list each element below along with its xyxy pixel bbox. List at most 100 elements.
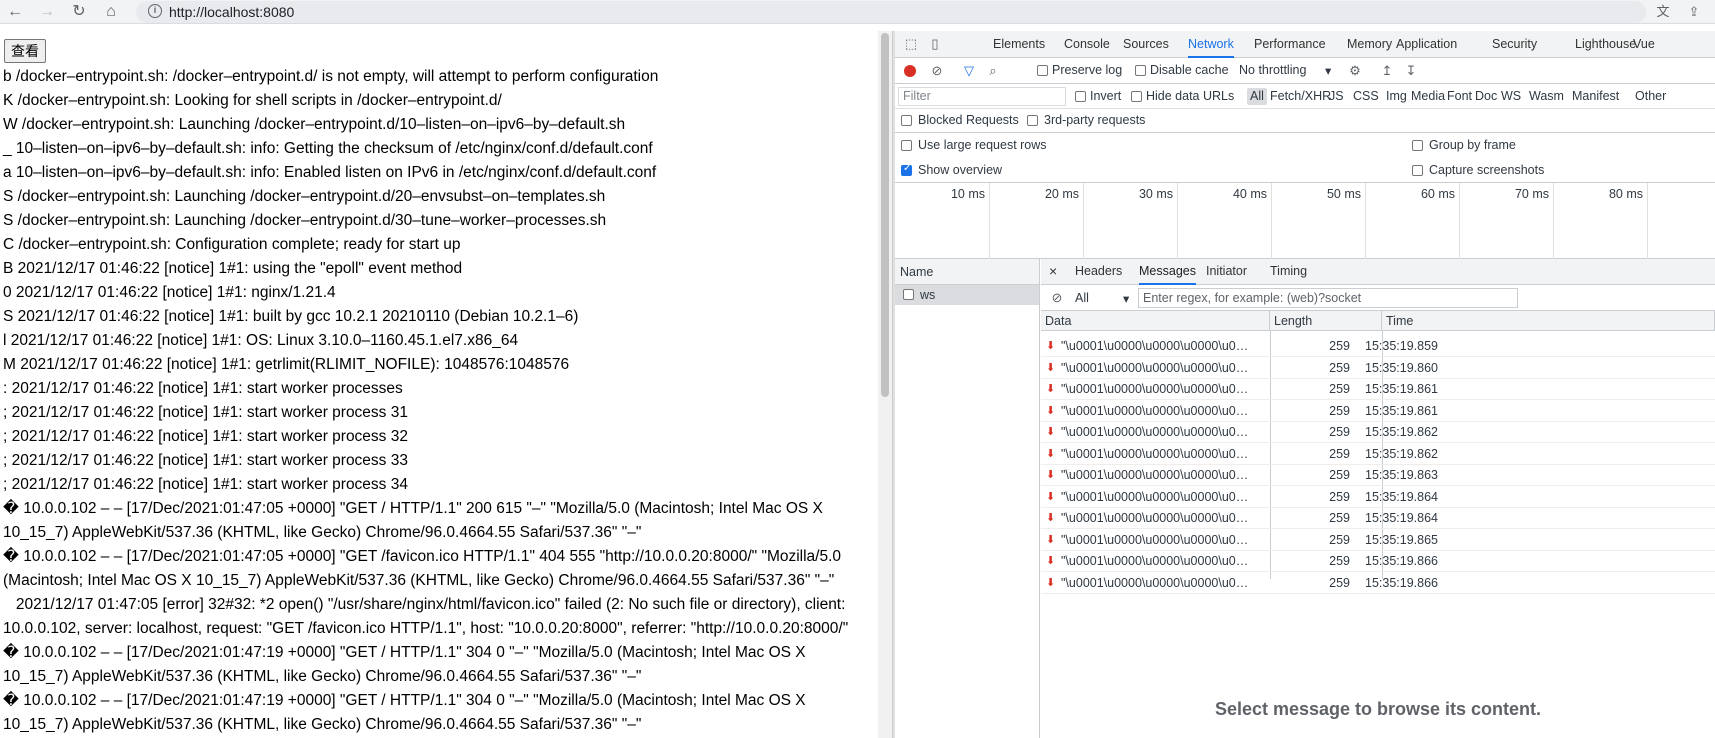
type-filter-css[interactable]: CSS <box>1353 88 1379 105</box>
type-filter-all[interactable]: All <box>1247 88 1267 105</box>
detail-tab-headers[interactable]: Headers <box>1075 259 1122 285</box>
message-data: "\u0001\u0000\u0000\u0000\u0000... <box>1061 403 1251 418</box>
message-data: "\u0001\u0000\u0000\u0000\u0000... <box>1061 446 1251 461</box>
tab-console[interactable]: Console <box>1064 31 1110 58</box>
message-row[interactable]: ⬇ "\u0001\u0000\u0000\u0000\u0000... 259 15… <box>1041 336 1715 357</box>
tab-memory[interactable]: Memory <box>1347 31 1392 58</box>
tab-lighthouse[interactable]: Lighthouse <box>1575 31 1636 58</box>
chevron-down-icon[interactable]: ▾ <box>1123 291 1129 306</box>
overview-gridline <box>1365 183 1366 259</box>
detail-tab-messages[interactable]: Messages <box>1139 259 1196 285</box>
translate-icon[interactable]: 文 <box>1653 2 1673 22</box>
preserve-log-checkbox[interactable] <box>1037 65 1048 76</box>
log-line: _ 10–listen–on–ipv6–by–default.sh: info:… <box>3 140 653 157</box>
invert-checkbox[interactable] <box>1075 91 1086 102</box>
type-filter-wasm[interactable]: Wasm <box>1529 88 1564 105</box>
message-row[interactable]: ⬇ "\u0001\u0000\u0000\u0000\u0000... 259 15… <box>1041 358 1715 379</box>
received-arrow-icon: ⬇ <box>1046 555 1056 567</box>
import-icon[interactable]: ↥ <box>1379 63 1395 79</box>
type-filter-doc[interactable]: Doc <box>1475 88 1497 105</box>
show-overview-checkbox[interactable] <box>901 163 912 176</box>
capture-screenshots-checkbox[interactable] <box>1412 165 1423 176</box>
regex-filter-input[interactable]: Enter regex, for example: (web)?socket <box>1138 288 1518 308</box>
inspect-icon[interactable]: ⬚ <box>903 36 919 52</box>
message-row[interactable]: ⬇ "\u0001\u0000\u0000\u0000\u0000... 259 15… <box>1041 487 1715 508</box>
hide-data-urls-label: Hide data URLs <box>1146 89 1235 103</box>
tab-security[interactable]: Security <box>1492 31 1537 58</box>
record-icon[interactable] <box>904 65 916 77</box>
type-filter-fetchxhr[interactable]: Fetch/XHR <box>1270 88 1331 105</box>
tab-elements[interactable]: Elements <box>993 31 1045 58</box>
capture-screenshots-label: Capture screenshots <box>1429 163 1545 177</box>
reload-icon[interactable]: ↻ <box>68 2 90 22</box>
message-data: "\u0001\u0000\u0000\u0000\u0000... <box>1061 575 1251 590</box>
scrollbar-thumb[interactable] <box>881 33 889 397</box>
message-row[interactable]: ⬇ "\u0001\u0000\u0000\u0000\u0000... 259 15… <box>1041 573 1715 594</box>
message-row[interactable]: ⬇ "\u0001\u0000\u0000\u0000\u0000... 259 15… <box>1041 530 1715 551</box>
request-row-ws[interactable]: ws <box>895 285 1039 305</box>
type-filter-js[interactable]: JS <box>1329 88 1344 105</box>
type-filter-media[interactable]: Media <box>1411 88 1445 105</box>
network-conditions-icon[interactable]: ⚙ <box>1347 63 1363 79</box>
detail-tab-initiator[interactable]: Initiator <box>1206 259 1247 285</box>
blocked-requests-label: Blocked Requests <box>918 113 1019 127</box>
message-row[interactable]: ⬇ "\u0001\u0000\u0000\u0000\u0000... 259 15… <box>1041 508 1715 529</box>
message-row[interactable]: ⬇ "\u0001\u0000\u0000\u0000\u0000... 259 15… <box>1041 379 1715 400</box>
type-filter-font[interactable]: Font <box>1447 88 1472 105</box>
group-by-frame-checkbox[interactable] <box>1412 140 1423 151</box>
message-type-select[interactable]: All <box>1075 291 1089 305</box>
third-party-label: 3rd-party requests <box>1044 113 1146 127</box>
chevron-down-icon[interactable]: ▾ <box>1325 63 1331 78</box>
throttling-select[interactable]: No throttling <box>1239 63 1306 77</box>
third-party-checkbox[interactable] <box>1027 115 1038 126</box>
blocked-requests-checkbox[interactable] <box>901 115 912 126</box>
timeline-overview[interactable]: 10 ms 20 ms 30 ms 40 ms 50 ms 60 ms 70 ms 80 ms… <box>895 183 1715 259</box>
overview-gridline <box>1647 183 1648 259</box>
message-length: 259 <box>1329 468 1350 482</box>
close-detail-icon[interactable]: × <box>1049 259 1057 285</box>
clear-messages-icon[interactable]: ⊘ <box>1049 290 1065 306</box>
back-icon[interactable]: ← <box>4 2 26 22</box>
message-time: 15:35:19.863 <box>1365 468 1438 482</box>
site-info-icon[interactable]: i <box>148 4 162 18</box>
tab-sources[interactable]: Sources <box>1123 31 1169 58</box>
type-filter-manifest[interactable]: Manifest <box>1572 88 1619 105</box>
tab-vue[interactable]: Vue <box>1633 31 1655 58</box>
tab-application[interactable]: Application <box>1396 31 1457 58</box>
filter-input[interactable]: Filter <box>898 87 1066 106</box>
name-column-header[interactable]: Name <box>895 259 1039 285</box>
column-header-length[interactable]: Length <box>1270 311 1382 331</box>
large-rows-checkbox[interactable] <box>901 140 912 151</box>
type-filter-img[interactable]: Img <box>1386 88 1407 105</box>
share-icon[interactable]: ⇪ <box>1684 2 1704 22</box>
detail-tab-timing[interactable]: Timing <box>1270 259 1307 285</box>
home-icon[interactable]: ⌂ <box>100 2 122 22</box>
search-icon[interactable]: ⌕ <box>985 63 1001 79</box>
message-row[interactable]: ⬇ "\u0001\u0000\u0000\u0000\u0000... 259 15… <box>1041 465 1715 486</box>
hide-data-urls-checkbox[interactable] <box>1131 91 1142 102</box>
address-bar[interactable]: i http://localhost:8080 <box>136 1 1646 23</box>
page-scrollbar[interactable] <box>878 31 892 738</box>
log-line: b /docker–entrypoint.sh: /docker–entrypo… <box>3 68 659 85</box>
message-row[interactable]: ⬇ "\u0001\u0000\u0000\u0000\u0000... 259 15… <box>1041 551 1715 572</box>
forward-icon[interactable]: → <box>36 2 58 22</box>
message-row[interactable]: ⬇ "\u0001\u0000\u0000\u0000\u0000... 259 15… <box>1041 422 1715 443</box>
device-toolbar-icon[interactable]: ▯ <box>927 36 943 52</box>
message-time: 15:35:19.864 <box>1365 489 1438 504</box>
view-button[interactable]: 查看 <box>4 39 46 63</box>
disable-cache-checkbox[interactable] <box>1135 65 1146 76</box>
type-filter-other[interactable]: Other <box>1635 88 1666 105</box>
tab-network[interactable]: Network <box>1188 31 1234 58</box>
export-icon[interactable]: ↧ <box>1403 63 1419 79</box>
log-line: � 10.0.0.102 – – [17/Dec/2021:01:47:05 +… <box>3 500 828 541</box>
type-filter-ws[interactable]: WS <box>1501 88 1521 105</box>
message-data: "\u0001\u0000\u0000\u0000\u0000... <box>1061 532 1251 547</box>
filter-icon[interactable]: ▽ <box>961 63 977 79</box>
message-row[interactable]: ⬇ "\u0001\u0000\u0000\u0000\u0000... 259 15… <box>1041 444 1715 465</box>
message-length: 259 <box>1329 532 1350 547</box>
clear-icon[interactable]: ⊘ <box>929 63 945 79</box>
message-row[interactable]: ⬇ "\u0001\u0000\u0000\u0000\u0000... 259 15… <box>1041 401 1715 422</box>
column-header-time[interactable]: Time <box>1382 311 1715 331</box>
tab-performance[interactable]: Performance <box>1254 31 1326 58</box>
column-header-data[interactable]: Data <box>1041 311 1270 331</box>
